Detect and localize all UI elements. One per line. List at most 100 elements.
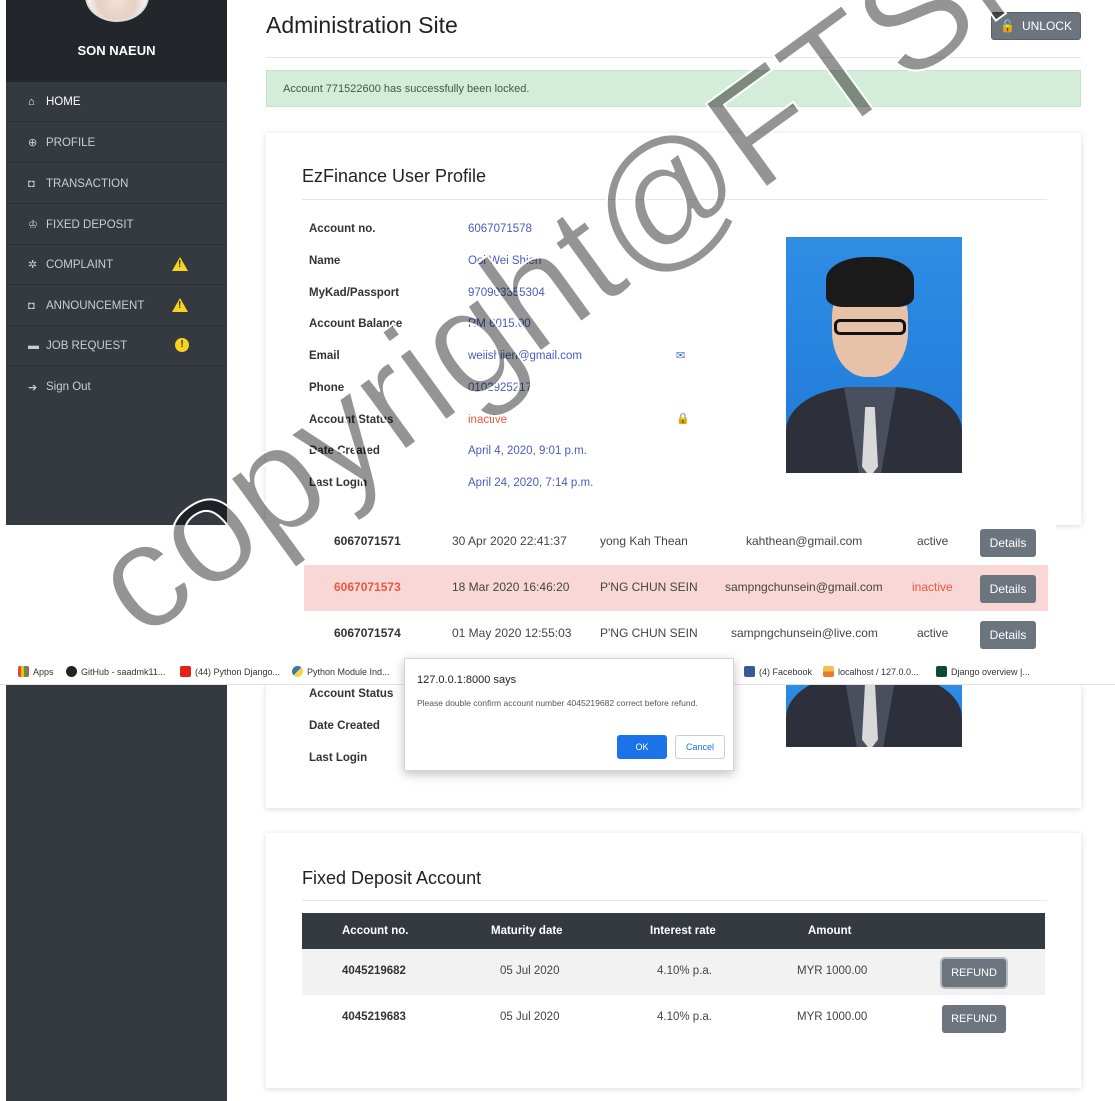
profile-photo <box>786 237 962 473</box>
field-label: Date Created <box>309 445 380 457</box>
refund-button[interactable]: REFUND <box>942 959 1006 987</box>
account-cell[interactable]: 6067071573 <box>334 580 401 594</box>
sidebar-item-announcement[interactable]: ◘ ANNOUNCEMENT <box>6 286 227 326</box>
sidebar-item-label: TRANSACTION <box>46 177 129 190</box>
field-label: MyKad/Passport <box>309 287 400 299</box>
sidebar-profile: SON NAEUN <box>6 0 227 82</box>
name-cell: yong Kah Thean <box>600 534 688 548</box>
email-value: weiishiien@gmail.com <box>468 350 582 362</box>
name-cell: P'NG CHUN SEIN <box>600 626 698 640</box>
confirm-dialog: 127.0.0.1:8000 says Please double confir… <box>404 658 734 771</box>
trophy-icon: ♔ <box>28 219 38 231</box>
divider <box>302 199 1047 200</box>
table-header: Account no. Maturity date Interest rate … <box>302 913 1045 949</box>
youtube-icon <box>180 666 191 677</box>
user-list-table: 6067071571 30 Apr 2020 22:41:37 yong Kah… <box>228 519 1056 657</box>
sign-out-icon: ➔ <box>28 381 38 394</box>
gear-icon: ✲ <box>28 259 38 271</box>
field-label: Account Status <box>309 688 394 700</box>
card-heading: EzFinance User Profile <box>302 166 487 186</box>
envelope-icon[interactable]: ✉ <box>676 349 685 362</box>
sidebar-item-job-request[interactable]: ▬ JOB REQUEST ! <box>6 326 227 366</box>
field-label: Date Created <box>309 720 380 732</box>
sidebar-item-label: FIXED DEPOSIT <box>46 218 134 231</box>
sidebar-item-profile[interactable]: ⊕ PROFILE <box>6 123 227 163</box>
details-button[interactable]: Details <box>980 621 1036 649</box>
account-cell[interactable]: 6067071571 <box>334 534 401 548</box>
cancel-button[interactable]: Cancel <box>675 735 725 759</box>
bookmark-django[interactable]: Django overview |... <box>936 666 1030 677</box>
bookmark-apps[interactable]: Apps <box>18 666 54 677</box>
unlock-label: UNLOCK <box>1021 19 1072 33</box>
details-button[interactable]: Details <box>980 575 1036 603</box>
email-cell: sampngchunsein@live.com <box>731 626 878 640</box>
page-title: Administration Site <box>266 12 458 38</box>
balance-value: RM 6015.00 <box>468 318 531 330</box>
bookmark-github[interactable]: GitHub - saadmk11... <box>66 666 165 677</box>
github-icon <box>66 666 77 677</box>
sidebar-item-label: HOME <box>46 95 81 108</box>
maturity-cell: 05 Jul 2020 <box>500 965 560 977</box>
status-cell: active <box>917 626 949 640</box>
sidebar-item-fixed-deposit[interactable]: ♔ FIXED DEPOSIT <box>6 205 227 245</box>
amount-cell: MYR 1000.00 <box>797 965 868 977</box>
sidebar-item-sign-out[interactable]: ➔ Sign Out <box>6 367 227 407</box>
dialog-message: Please double confirm account number 404… <box>417 698 698 708</box>
email-cell: kahthean@gmail.com <box>746 534 863 548</box>
fixed-deposit-card: Fixed Deposit Account Account no. Maturi… <box>266 833 1081 1088</box>
sidebar-item-home[interactable]: ⌂ HOME <box>6 82 227 122</box>
phone-value: 0102925217 <box>468 382 532 394</box>
refund-button[interactable]: REFUND <box>942 1005 1006 1033</box>
bookmark-facebook[interactable]: (4) Facebook <box>744 666 812 677</box>
table-row: 4045219682 05 Jul 2020 4.10% p.a. MYR 10… <box>302 949 1045 995</box>
table-row: 4045219683 05 Jul 2020 4.10% p.a. MYR 10… <box>302 995 1045 1041</box>
lock-icon[interactable]: 🔒 <box>676 412 690 425</box>
email-cell: sampngchunsein@gmail.com <box>725 580 883 594</box>
unlock-button[interactable]: 🔓 UNLOCK <box>991 12 1081 40</box>
gift-icon: ◘ <box>28 299 35 312</box>
last-login-value: April 24, 2020, 7:14 p.m. <box>468 477 594 489</box>
bookmark-localhost[interactable]: localhost / 127.0.0... <box>823 666 919 677</box>
rate-cell: 4.10% p.a. <box>657 965 712 977</box>
details-button[interactable]: Details <box>980 529 1036 557</box>
status-value: inactive <box>468 414 507 426</box>
bookmark-python[interactable]: Python Module Ind... <box>292 666 390 677</box>
sidebar-continued <box>6 684 227 1101</box>
name-cell: P'NG CHUN SEIN <box>600 580 698 594</box>
python-icon <box>292 666 303 677</box>
user-profile-card: EzFinance User Profile Account no. 60670… <box>266 133 1081 525</box>
column-header: Interest rate <box>650 925 716 937</box>
success-alert: Account 771522600 has successfully been … <box>266 70 1081 107</box>
field-label: Phone <box>309 382 345 394</box>
rate-cell: 4.10% p.a. <box>657 1011 712 1023</box>
user-name: SON NAEUN <box>77 43 156 58</box>
account-cell[interactable]: 6067071574 <box>334 626 401 640</box>
table-row: 6067071573 18 Mar 2020 16:46:20 P'NG CHU… <box>304 565 1048 611</box>
account-cell: 4045219682 <box>342 965 406 977</box>
profile-photo <box>786 684 962 747</box>
briefcase-icon: ▬ <box>28 339 39 352</box>
sidebar-item-complaint[interactable]: ✲ COMPLAINT <box>6 245 227 285</box>
account-cell: 4045219683 <box>342 1011 406 1023</box>
status-cell: inactive <box>912 580 953 594</box>
facebook-icon <box>744 666 755 677</box>
field-label: Last Login <box>309 477 368 489</box>
phpmyadmin-icon <box>823 666 834 677</box>
divider <box>302 900 1047 901</box>
warning-icon <box>172 298 188 312</box>
name-value: Ooi Wei Shien <box>468 255 542 267</box>
sidebar-item-transaction[interactable]: ◘ TRANSACTION <box>6 164 227 204</box>
account-no-value: 6067071578 <box>468 223 532 235</box>
warning-icon <box>172 257 188 271</box>
django-icon <box>936 666 947 677</box>
column-header: Account no. <box>342 925 409 937</box>
bookmark-youtube[interactable]: (44) Python Django... <box>180 666 280 677</box>
card-heading: Fixed Deposit Account <box>302 868 482 888</box>
globe-icon: ⊕ <box>28 137 38 149</box>
ok-button[interactable]: OK <box>617 735 667 759</box>
sidebar: SON NAEUN ⌂ HOME ⊕ PROFILE ◘ TRANSACTION… <box>6 0 227 525</box>
date-created-value: April 4, 2020, 9:01 p.m. <box>468 445 587 457</box>
table-row: 6067071574 01 May 2020 12:55:03 P'NG CHU… <box>304 611 1048 657</box>
sidebar-item-label: JOB REQUEST <box>46 339 128 352</box>
table-row: 6067071571 30 Apr 2020 22:41:37 yong Kah… <box>304 519 1048 565</box>
